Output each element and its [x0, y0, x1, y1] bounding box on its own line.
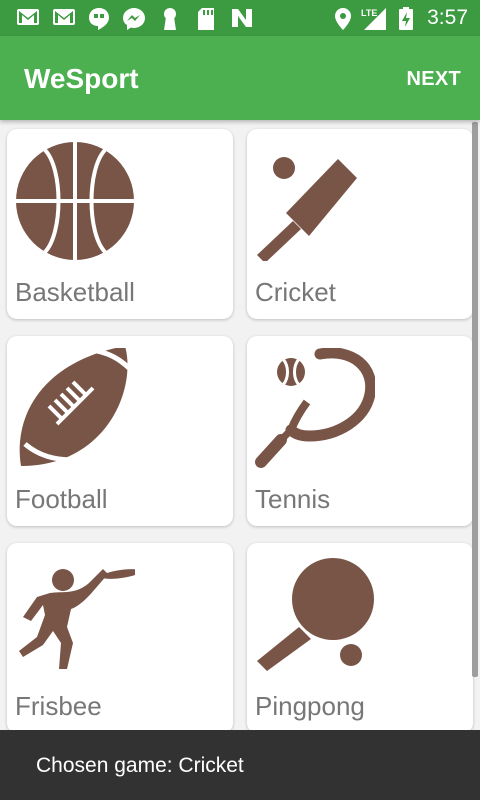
next-button[interactable]: NEXT	[406, 68, 461, 91]
status-time: 3:57	[427, 6, 468, 29]
sport-card-football[interactable]: Football	[7, 336, 233, 526]
network-label: LTE	[361, 8, 377, 18]
toast-message: Chosen game: Cricket	[36, 754, 244, 777]
sd-card-icon	[198, 8, 214, 30]
status-bar: LTE 3:57	[0, 0, 480, 36]
app-title: WeSport	[24, 63, 139, 94]
sport-label: Pingpong	[255, 691, 365, 721]
sport-label: Cricket	[255, 277, 336, 307]
battery-icon	[399, 7, 413, 30]
keyhole-icon	[164, 8, 176, 30]
sport-card-basketball[interactable]: Basketball	[7, 129, 233, 319]
gmail-icon	[53, 9, 75, 25]
sport-card-tennis[interactable]: Tennis	[247, 336, 473, 526]
hangouts-icon	[89, 8, 109, 30]
sport-label: Basketball	[15, 277, 135, 307]
messenger-icon	[123, 8, 145, 30]
app-bar: WeSport NEXT	[0, 36, 480, 120]
sport-label: Tennis	[255, 484, 331, 514]
sport-label: Frisbee	[15, 691, 102, 721]
sport-label: Football	[15, 484, 108, 514]
sports-grid: Basketball Cricket Football Tennis Frisb…	[0, 120, 480, 730]
pingpong-icon	[257, 558, 374, 671]
frisbee-icon	[19, 569, 135, 669]
toast: Chosen game: Cricket	[0, 730, 480, 800]
basketball-icon	[16, 142, 134, 260]
sport-card-cricket[interactable]: Cricket	[247, 129, 473, 319]
n-icon	[232, 9, 252, 27]
sport-card-frisbee[interactable]: Frisbee	[7, 543, 233, 730]
cricket-icon	[257, 157, 357, 261]
football-icon	[19, 348, 133, 466]
scrollbar[interactable]	[472, 122, 478, 677]
sport-card-pingpong[interactable]: Pingpong	[247, 543, 473, 730]
gmail-icon	[17, 9, 39, 25]
lte-signal-icon: LTE	[361, 8, 386, 30]
location-icon	[335, 8, 351, 30]
tennis-icon	[255, 348, 375, 468]
